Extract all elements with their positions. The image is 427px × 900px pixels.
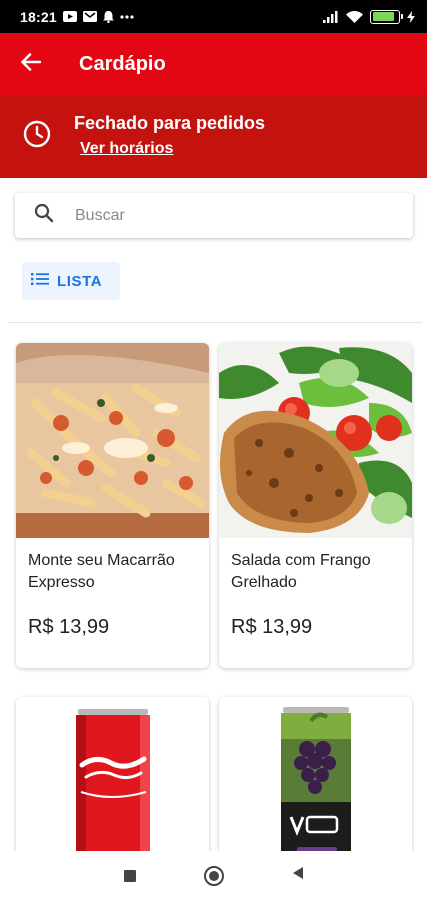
- search-input[interactable]: [75, 206, 395, 225]
- more-notifications-icon: [120, 14, 134, 19]
- product-price: R$ 13,99: [28, 616, 110, 638]
- signal-icon: [323, 10, 339, 23]
- product-image-juice: [219, 697, 412, 867]
- product-price: R$ 13,99: [231, 616, 313, 638]
- product-image-cola: [16, 697, 209, 867]
- app-bar: Cardápio: [0, 33, 427, 95]
- store-status-banner: Fechado para pedidos Ver horários: [0, 95, 427, 178]
- notification-bell-icon: [102, 10, 114, 23]
- clock-icon: [23, 120, 51, 153]
- list-icon: [31, 272, 49, 291]
- product-image-salad: [219, 343, 412, 538]
- product-image-pasta: [16, 343, 209, 538]
- search-bar[interactable]: [15, 193, 413, 238]
- product-name: Monte seu Macarrão Expresso: [28, 552, 175, 591]
- store-status-title: Fechado para pedidos: [74, 113, 266, 133]
- back-triangle-icon[interactable]: [292, 866, 304, 885]
- view-toggle-label: LISTA: [57, 272, 103, 290]
- product-card[interactable]: [219, 697, 412, 867]
- wifi-icon: [346, 10, 363, 23]
- status-time: 18:21: [20, 8, 57, 25]
- product-name: Salada com Frango Grelhado: [231, 552, 371, 591]
- product-card[interactable]: [16, 697, 209, 867]
- page-title: Cardápio: [79, 52, 166, 75]
- product-card[interactable]: Salada com Frango Grelhado R$ 13,99: [219, 343, 412, 668]
- mail-icon: [82, 11, 97, 22]
- search-icon: [34, 203, 54, 228]
- home-icon[interactable]: [203, 865, 224, 886]
- video-icon: [62, 11, 77, 22]
- status-bar: 18:21: [0, 0, 427, 33]
- battery-icon: [370, 9, 403, 24]
- recent-apps-icon[interactable]: [123, 869, 136, 882]
- charging-icon: [407, 10, 415, 23]
- arrow-left-icon: [21, 52, 42, 76]
- divider: [8, 322, 422, 323]
- product-card[interactable]: Monte seu Macarrão Expresso R$ 13,99: [16, 343, 209, 668]
- system-nav-bar: [0, 851, 427, 900]
- view-toggle-button[interactable]: LISTA: [22, 262, 120, 300]
- back-button[interactable]: [0, 33, 60, 95]
- view-hours-link[interactable]: Ver horários: [80, 140, 265, 158]
